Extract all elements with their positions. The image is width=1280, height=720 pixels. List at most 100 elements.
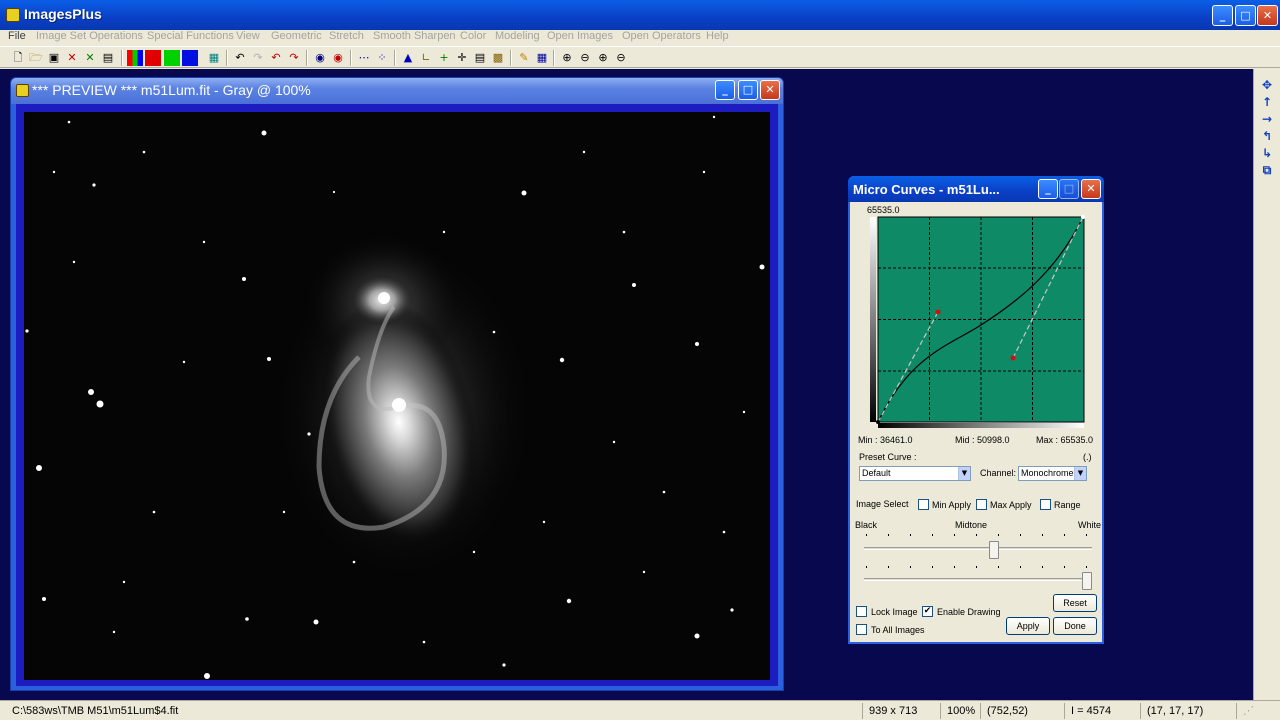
- dotted-line-icon[interactable]: ⋯: [356, 50, 372, 66]
- toolbar-separator: [121, 50, 123, 66]
- table-icon[interactable]: ▦: [534, 50, 550, 66]
- done-button[interactable]: Done: [1053, 617, 1097, 635]
- close-all-icon[interactable]: ✕: [82, 50, 98, 66]
- rotate-left-icon[interactable]: ↰: [1259, 128, 1275, 144]
- close-image-icon[interactable]: ✕: [64, 50, 80, 66]
- curve-endpoint: [876, 420, 880, 424]
- apply-button[interactable]: Apply: [1006, 617, 1050, 635]
- rotate-right-icon[interactable]: ↳: [1259, 145, 1275, 161]
- menu-help[interactable]: Help: [706, 30, 729, 42]
- channel-select[interactable]: Monochrome ▼: [1018, 466, 1087, 481]
- red-channel-icon[interactable]: [145, 50, 161, 66]
- redo-all-icon[interactable]: ↷: [286, 50, 302, 66]
- white-slider-track[interactable]: [864, 578, 1092, 581]
- zoom-in-icon[interactable]: ⊕: [559, 50, 575, 66]
- blue-channel-icon[interactable]: [182, 50, 198, 66]
- app-title-bar: ImagesPlus _ □ ✕: [0, 0, 1280, 30]
- mid-value: Mid : 50998.0: [955, 435, 1010, 445]
- channel-label: Channel:: [980, 468, 1017, 478]
- menu-geometric[interactable]: Geometric: [271, 30, 322, 42]
- menu-open-images[interactable]: Open Images: [547, 30, 613, 42]
- reset-button[interactable]: Reset: [1053, 594, 1097, 612]
- print-icon[interactable]: ▤: [100, 50, 116, 66]
- menu-view[interactable]: View: [236, 30, 260, 42]
- grid-icon[interactable]: ▦: [206, 50, 222, 66]
- save-icon[interactable]: ▣: [46, 50, 62, 66]
- calculator-icon[interactable]: ▤: [472, 50, 488, 66]
- crosshair-icon[interactable]: +: [436, 50, 452, 66]
- mc-maximize-button[interactable]: □: [1059, 179, 1079, 199]
- green-channel-icon[interactable]: [164, 50, 180, 66]
- midtone-slider-ticks: [864, 534, 1094, 538]
- micro-curves-dialog: Micro Curves - m51Lu... _ □ ✕ 65535.0 Mi…: [848, 176, 1104, 644]
- histogram-icon[interactable]: ▲: [400, 50, 416, 66]
- chevron-down-icon: ▼: [958, 467, 970, 480]
- enable-drawing-label: Enable Drawing: [937, 607, 1001, 617]
- new-file-icon[interactable]: 🗋: [10, 50, 26, 66]
- chevron-down-icon: ▼: [1074, 467, 1086, 480]
- copy-icon[interactable]: ⧉: [1259, 162, 1275, 178]
- mc-close-button[interactable]: ✕: [1081, 179, 1101, 199]
- resize-grip-icon[interactable]: ⋰: [1236, 703, 1280, 719]
- cursor-icon[interactable]: ✛: [454, 50, 470, 66]
- menu-image-set-operations[interactable]: Image Set Operations: [36, 30, 143, 42]
- preview-close-button[interactable]: ✕: [760, 80, 780, 100]
- axis-icon[interactable]: ∟: [418, 50, 434, 66]
- zoom-fit-icon[interactable]: ⊕: [595, 50, 611, 66]
- rgb-channels-icon[interactable]: [127, 50, 143, 66]
- menu-stretch[interactable]: Stretch: [329, 30, 364, 42]
- menu-open-operators[interactable]: Open Operators: [622, 30, 701, 42]
- preset-curve-select[interactable]: Default ▼: [859, 466, 971, 481]
- status-coordinates: (752,52): [980, 703, 1028, 719]
- preview-maximize-button[interactable]: □: [738, 80, 758, 100]
- app-logo-icon: [6, 8, 20, 22]
- lock-image-checkbox[interactable]: [856, 606, 867, 617]
- status-file-path: C:\583ws\TMB M51\m51Lum$4.fit: [12, 705, 179, 717]
- zoom-actual-icon[interactable]: ⊖: [613, 50, 629, 66]
- range-label: Range: [1054, 500, 1081, 510]
- menu-smooth-sharpen[interactable]: Smooth Sharpen: [373, 30, 456, 42]
- undo-all-icon[interactable]: ↶: [268, 50, 284, 66]
- toolbar-separator: [226, 50, 228, 66]
- zoom-out-icon[interactable]: ⊖: [577, 50, 593, 66]
- max-apply-checkbox[interactable]: [976, 499, 987, 510]
- max-apply-label: Max Apply: [990, 500, 1032, 510]
- range-checkbox[interactable]: [1040, 499, 1051, 510]
- star-mark-icon[interactable]: ◉: [330, 50, 346, 66]
- app-close-button[interactable]: ✕: [1257, 5, 1278, 26]
- curve-endpoint: [1081, 215, 1085, 219]
- mc-minimize-button[interactable]: _: [1038, 179, 1058, 199]
- menu-color[interactable]: Color: [460, 30, 486, 42]
- move-icon[interactable]: ✥: [1259, 77, 1275, 93]
- star-select-icon[interactable]: ◉: [312, 50, 328, 66]
- photo-icon[interactable]: ▩: [490, 50, 506, 66]
- channel-value: Monochrome: [1021, 468, 1074, 478]
- open-folder-icon[interactable]: 🗁: [28, 50, 44, 66]
- arrow-up-icon[interactable]: ↑: [1259, 94, 1275, 110]
- redo-icon[interactable]: ↷: [250, 50, 266, 66]
- enable-drawing-checkbox[interactable]: ✔: [922, 606, 933, 617]
- galaxy-image[interactable]: [24, 112, 770, 680]
- preview-minimize-button[interactable]: _: [715, 80, 735, 100]
- preset-curve-label: Preset Curve :: [859, 452, 917, 462]
- menu-modeling[interactable]: Modeling: [495, 30, 540, 42]
- white-slider-thumb[interactable]: [1082, 572, 1093, 590]
- points-icon[interactable]: ⁘: [374, 50, 390, 66]
- micro-curves-title-bar[interactable]: Micro Curves - m51Lu... _ □ ✕: [848, 176, 1104, 202]
- preview-title-bar[interactable]: *** PREVIEW *** m51Lum.fit - Gray @ 100%…: [11, 78, 783, 104]
- status-rgb: (17, 17, 17): [1140, 703, 1203, 719]
- undo-icon[interactable]: ↶: [232, 50, 248, 66]
- black-label: Black: [855, 520, 878, 530]
- pencil-icon[interactable]: ✎: [516, 50, 532, 66]
- menu-file[interactable]: File: [8, 30, 26, 42]
- midtone-slider-track[interactable]: [864, 547, 1092, 550]
- midtone-slider-thumb[interactable]: [988, 541, 999, 559]
- menu-special-functions[interactable]: Special Functions: [147, 30, 234, 42]
- status-dimensions: 939 x 713: [862, 703, 917, 719]
- arrow-right-icon[interactable]: →: [1259, 111, 1275, 127]
- to-all-images-checkbox[interactable]: [856, 624, 867, 635]
- min-apply-checkbox[interactable]: [918, 499, 929, 510]
- app-maximize-button[interactable]: □: [1235, 5, 1256, 26]
- app-minimize-button[interactable]: _: [1212, 5, 1233, 26]
- curve-graph[interactable]: [870, 215, 1086, 429]
